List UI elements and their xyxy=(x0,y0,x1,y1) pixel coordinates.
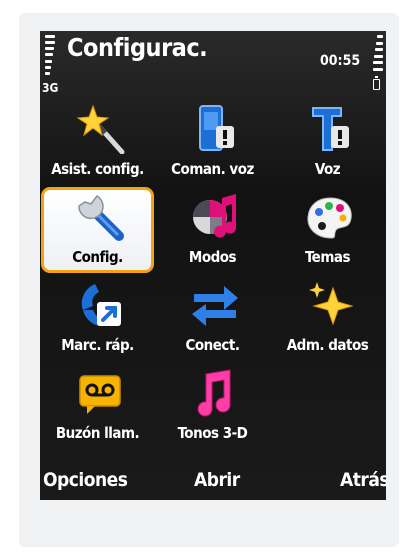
menu-item-voice-commands[interactable]: Coman. voz xyxy=(155,98,270,186)
page-title: Configurac. xyxy=(67,33,208,62)
profiles-icon xyxy=(193,194,236,238)
battery-level-icon xyxy=(373,35,383,71)
menu-item-label: Config. xyxy=(72,248,123,266)
menu-item-themes[interactable]: Temas xyxy=(270,186,385,274)
back-softkey[interactable]: Atrás xyxy=(340,469,386,491)
tones-3d-icon xyxy=(197,369,231,417)
phone-screen: Configurac. 3G 00:55 Asist. config. Coma… xyxy=(40,31,386,500)
menu-item-3d-tones[interactable]: Tonos 3-D xyxy=(155,362,270,450)
data-manager-icon xyxy=(309,282,354,326)
signal-strength-icon xyxy=(45,35,55,75)
menu-item-setup-wizard[interactable]: Asist. config. xyxy=(40,98,155,186)
options-softkey[interactable]: Opciones xyxy=(43,469,128,491)
menu-item-settings[interactable]: Config. xyxy=(40,186,155,274)
menu-item-label: Adm. datos xyxy=(286,336,369,354)
voicemail-icon xyxy=(79,375,121,414)
menu-item-voice[interactable]: Voz xyxy=(270,98,385,186)
menu-item-label: Buzón llam. xyxy=(55,424,140,442)
status-bar: Configurac. 3G 00:55 xyxy=(40,31,386,95)
connectivity-arrows-icon xyxy=(192,286,238,326)
menu-item-label: Tonos 3-D xyxy=(177,424,248,442)
menu-item-label: Modos xyxy=(188,248,237,266)
menu-item-speed-dial[interactable]: Marc. ráp. xyxy=(40,274,155,362)
speed-dial-icon xyxy=(81,284,121,326)
menu-item-label: Asist. config. xyxy=(51,160,144,178)
clock: 00:55 xyxy=(320,53,361,69)
menu-item-label: Temas xyxy=(304,248,351,266)
menu-item-label: Marc. ráp. xyxy=(61,336,134,354)
menu-item-label: Coman. voz xyxy=(171,160,254,178)
wizard-wand-icon xyxy=(76,104,125,154)
battery-icon xyxy=(373,76,380,90)
wrench-icon xyxy=(78,195,124,241)
menu-item-profiles[interactable]: Modos xyxy=(155,186,270,274)
menu-item-label: Voz xyxy=(314,160,341,178)
voice-commands-icon xyxy=(199,105,234,151)
softkey-bar: Opciones Abrir Atrás xyxy=(40,467,386,500)
themes-palette-icon xyxy=(307,197,352,239)
network-indicator: 3G xyxy=(42,81,59,95)
menu-item-data-manager[interactable]: Adm. datos xyxy=(270,274,385,362)
voice-icon xyxy=(312,107,349,151)
menu-item-voicemail[interactable]: Buzón llam. xyxy=(40,362,155,450)
open-softkey[interactable]: Abrir xyxy=(194,469,240,491)
menu-item-label: Conect. xyxy=(185,336,240,354)
menu-item-connectivity[interactable]: Conect. xyxy=(155,274,270,362)
